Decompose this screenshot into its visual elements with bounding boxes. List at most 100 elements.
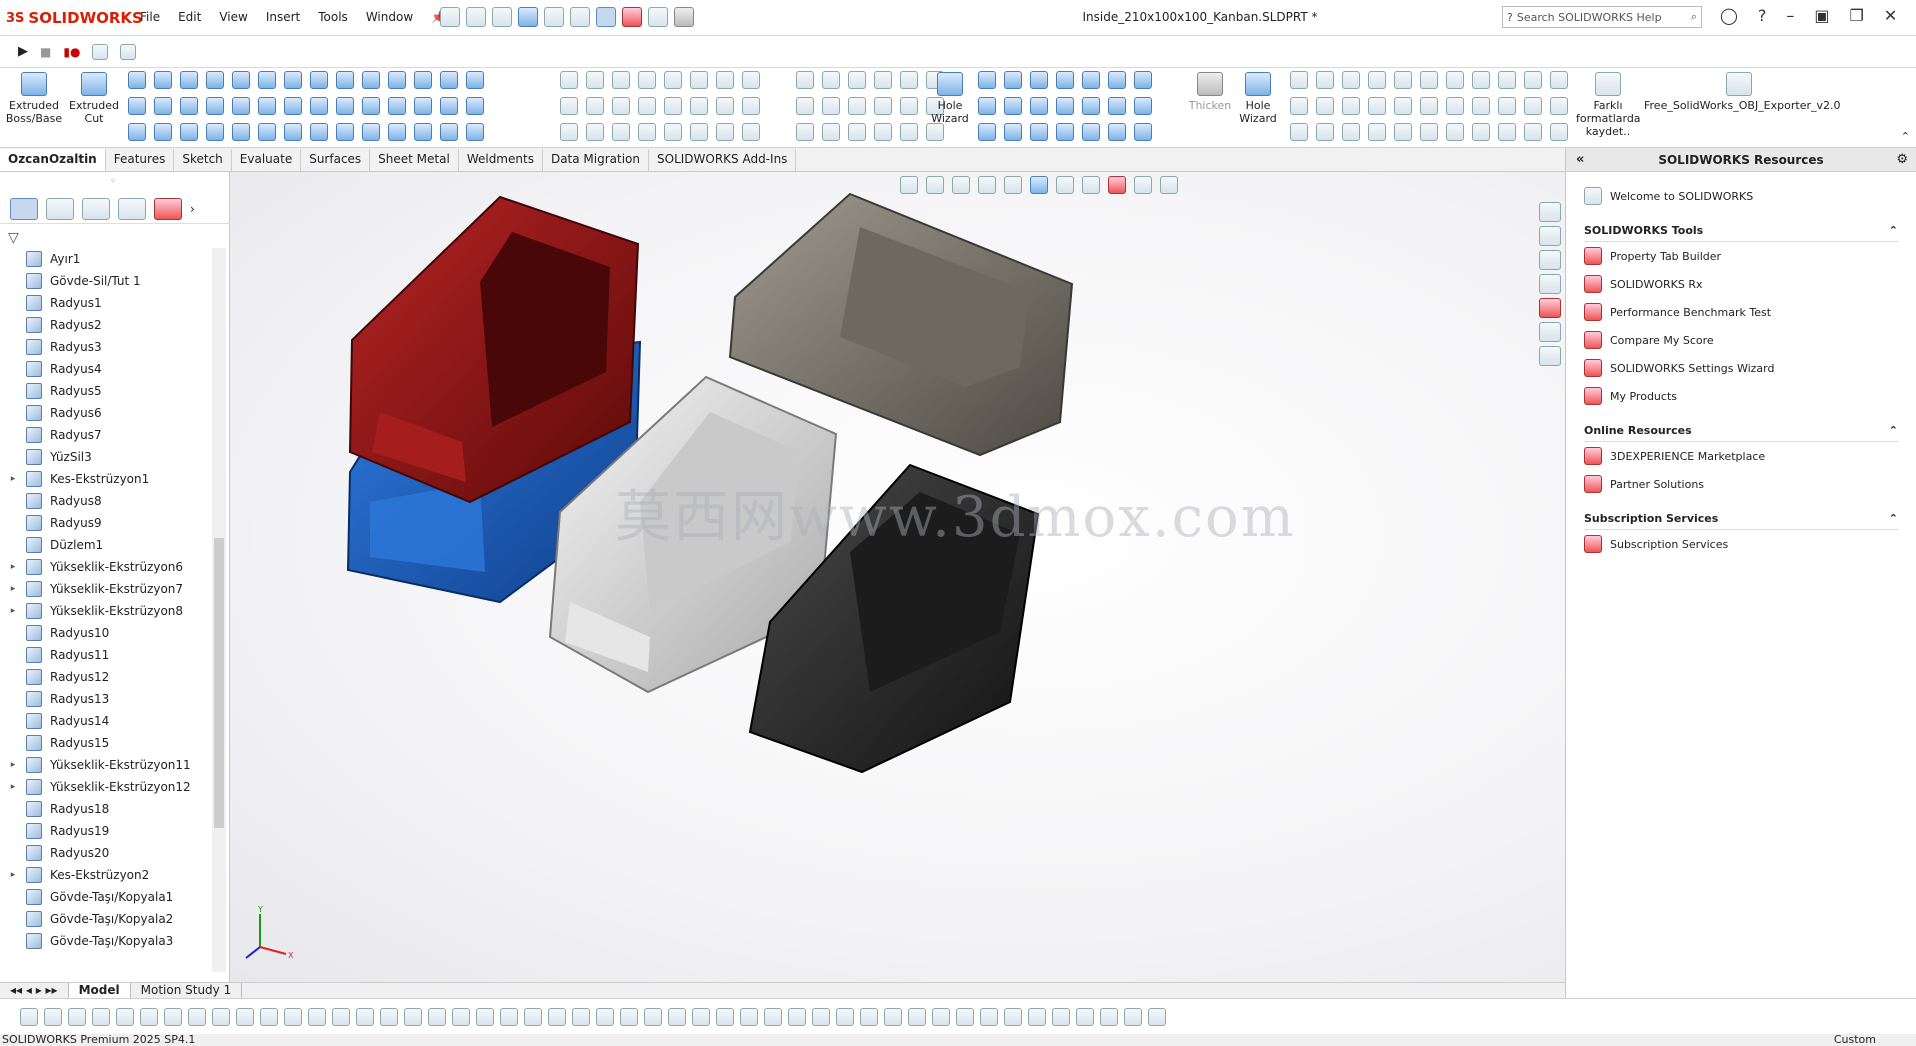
tool-button-icon[interactable] <box>466 71 484 89</box>
tree-item[interactable]: Radyus8 <box>0 490 212 512</box>
tool-button-icon[interactable] <box>1550 123 1568 141</box>
tab-solidworks-addins[interactable]: SOLIDWORKS Add-Ins <box>649 149 797 171</box>
menu-tools[interactable]: Tools <box>318 10 348 24</box>
tool-button-icon[interactable] <box>586 123 604 141</box>
panel-grip[interactable]: ◦ <box>110 176 116 187</box>
tool-button-icon[interactable] <box>586 97 604 115</box>
selection-filter-icon[interactable] <box>524 1007 542 1026</box>
selection-filter-icon[interactable] <box>1100 1007 1118 1026</box>
tool-button-icon[interactable] <box>796 123 814 141</box>
selection-filter-icon[interactable] <box>452 1007 470 1026</box>
selection-filter-icon[interactable] <box>692 1007 710 1026</box>
tree-item[interactable]: Düzlem1 <box>0 534 212 556</box>
tool-button-icon[interactable] <box>742 97 760 115</box>
tool-button-icon[interactable] <box>1056 123 1074 141</box>
tab-data-migration[interactable]: Data Migration <box>543 149 649 171</box>
tree-item[interactable]: Radyus1 <box>0 292 212 314</box>
tool-button-icon[interactable] <box>1134 71 1152 89</box>
tool-button-icon[interactable] <box>1082 71 1100 89</box>
tool-button-icon[interactable] <box>440 71 458 89</box>
tool-button-icon[interactable] <box>1368 71 1386 89</box>
tool-button-icon[interactable] <box>258 97 276 115</box>
filter-icon[interactable]: ▽ <box>8 230 19 246</box>
tool-button-icon[interactable] <box>638 97 656 115</box>
options-gear-icon[interactable] <box>674 7 694 27</box>
search-input[interactable]: Search SOLIDWORKS Help <box>1517 11 1662 24</box>
file-properties-icon[interactable] <box>648 7 668 27</box>
tool-button-icon[interactable] <box>638 123 656 141</box>
minimize-icon[interactable]: – <box>1786 6 1794 25</box>
selection-filter-icon[interactable] <box>140 1007 158 1026</box>
display-manager-tab-icon[interactable] <box>154 197 182 220</box>
tree-item[interactable]: Radyus11 <box>0 644 212 666</box>
tool-button-icon[interactable] <box>612 123 630 141</box>
selection-filter-icon[interactable] <box>956 1007 974 1026</box>
tool-button-icon[interactable] <box>1524 123 1542 141</box>
tool-button-icon[interactable] <box>1056 71 1074 89</box>
extruded-cut-button[interactable]: Extruded Cut <box>64 72 124 125</box>
tool-button-icon[interactable] <box>1030 123 1048 141</box>
resource-link[interactable]: Property Tab Builder <box>1566 242 1916 270</box>
tool-button-icon[interactable] <box>414 123 432 141</box>
new-document-icon[interactable] <box>466 7 486 27</box>
tool-button-icon[interactable] <box>206 123 224 141</box>
selection-filter-icon[interactable] <box>1028 1007 1046 1026</box>
tool-button-icon[interactable] <box>1134 123 1152 141</box>
tool-button-icon[interactable] <box>232 71 250 89</box>
tool-button-icon[interactable] <box>128 123 146 141</box>
tool-button-icon[interactable] <box>362 97 380 115</box>
tool-button-icon[interactable] <box>336 71 354 89</box>
tool-button-icon[interactable] <box>560 123 578 141</box>
tool-button-icon[interactable] <box>822 97 840 115</box>
expand-arrow-icon[interactable]: ▸ <box>6 760 20 770</box>
property-manager-tab-icon[interactable] <box>46 197 74 220</box>
tool-button-icon[interactable] <box>180 97 198 115</box>
collapse-ribbon-icon[interactable]: ⌃ <box>1901 130 1910 143</box>
user-icon[interactable]: ◯ <box>1720 6 1738 25</box>
tool-button-icon[interactable] <box>154 71 172 89</box>
tab-surfaces[interactable]: Surfaces <box>301 149 371 171</box>
tool-button-icon[interactable] <box>388 123 406 141</box>
selection-filter-icon[interactable] <box>116 1007 134 1026</box>
tool-button-icon[interactable] <box>1082 123 1100 141</box>
tool-button-icon[interactable] <box>1420 123 1438 141</box>
expand-arrow-icon[interactable]: ▸ <box>6 474 20 484</box>
tool-button-icon[interactable] <box>362 123 380 141</box>
chevron-right-icon[interactable]: › <box>190 202 195 216</box>
tab-model[interactable]: Model <box>68 983 131 998</box>
tree-item[interactable]: Radyus7 <box>0 424 212 446</box>
tool-button-icon[interactable] <box>1108 97 1126 115</box>
selection-filter-icon[interactable] <box>284 1007 302 1026</box>
tool-button-icon[interactable] <box>612 71 630 89</box>
tree-item[interactable]: Radyus19 <box>0 820 212 842</box>
tab-weldments[interactable]: Weldments <box>459 149 543 171</box>
tool-button-icon[interactable] <box>1342 123 1360 141</box>
tool-button-icon[interactable] <box>1342 97 1360 115</box>
tool-button-icon[interactable] <box>1420 97 1438 115</box>
online-section-header[interactable]: Online Resources ⌃ <box>1584 420 1898 442</box>
selection-filter-icon[interactable] <box>620 1007 638 1026</box>
tool-button-icon[interactable] <box>874 97 892 115</box>
tool-button-icon[interactable] <box>664 97 682 115</box>
tool-button-icon[interactable] <box>1498 71 1516 89</box>
selection-filter-icon[interactable] <box>716 1007 734 1026</box>
tree-item[interactable]: ▸ Yükseklik-Ekstrüzyon11 <box>0 754 212 776</box>
tool-button-icon[interactable] <box>1524 71 1542 89</box>
print-icon[interactable] <box>544 7 564 27</box>
configuration-manager-tab-icon[interactable] <box>82 197 110 220</box>
resource-link[interactable]: Compare My Score <box>1566 326 1916 354</box>
units-status[interactable]: Custom <box>1834 1034 1876 1046</box>
selection-filter-icon[interactable] <box>500 1007 518 1026</box>
tool-button-icon[interactable] <box>1446 123 1464 141</box>
tool-button-icon[interactable] <box>926 123 944 141</box>
tool-button-icon[interactable] <box>586 71 604 89</box>
undo-icon[interactable] <box>570 7 590 27</box>
chevron-up-icon[interactable]: ⌃ <box>1889 224 1898 237</box>
tree-item[interactable]: Radyus12 <box>0 666 212 688</box>
tool-button-icon[interactable] <box>310 71 328 89</box>
resource-link[interactable]: SOLIDWORKS Rx <box>1566 270 1916 298</box>
tool-button-icon[interactable] <box>1316 71 1334 89</box>
tool-button-icon[interactable] <box>690 97 708 115</box>
tool-button-icon[interactable] <box>1134 97 1152 115</box>
tree-item[interactable]: Radyus5 <box>0 380 212 402</box>
